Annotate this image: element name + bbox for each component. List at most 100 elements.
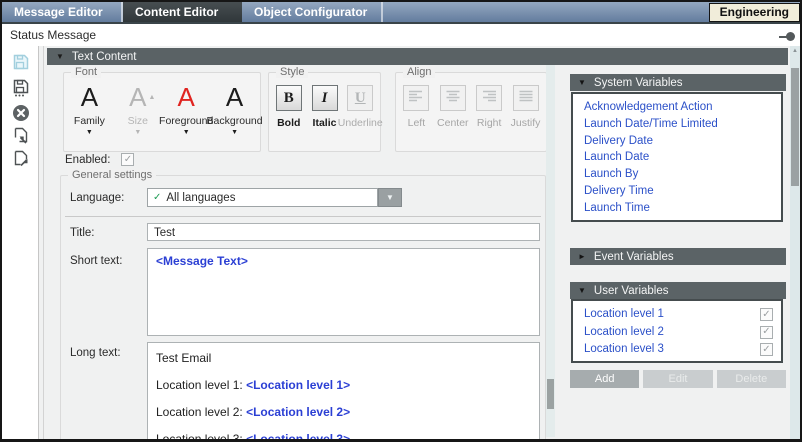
long-text-line: Test Email bbox=[156, 345, 531, 372]
scroll-up-icon: ▲ bbox=[790, 48, 800, 54]
font-group: Font A Family ▼ A▲ Size ▼ A Foreground bbox=[63, 72, 261, 152]
list-item: Location level 2 ✓ bbox=[573, 324, 781, 342]
location-token: <Location level 3> bbox=[246, 432, 350, 442]
align-center-button[interactable] bbox=[440, 85, 466, 111]
export-icon bbox=[11, 149, 31, 169]
import-button[interactable] bbox=[11, 126, 31, 146]
font-size-button[interactable]: A▲ Size ▼ bbox=[115, 82, 161, 151]
bold-button[interactable]: B bbox=[276, 85, 302, 111]
language-dropdown-button[interactable]: ▼ bbox=[378, 188, 402, 207]
font-family-icon: A bbox=[81, 82, 98, 114]
align-justify-button[interactable] bbox=[513, 85, 539, 111]
chevron-down-icon: ▼ bbox=[183, 129, 190, 136]
editor-scrollbar[interactable] bbox=[546, 65, 555, 437]
list-item[interactable]: Delivery Time bbox=[573, 183, 781, 200]
long-text-line: Location level 2: <Location level 2> bbox=[156, 399, 531, 426]
user-variables-header[interactable]: ▼ User Variables bbox=[570, 282, 786, 299]
separator bbox=[65, 216, 541, 217]
chevron-down-icon: ▼ bbox=[134, 129, 141, 136]
tab-content-editor[interactable]: Content Editor bbox=[123, 2, 242, 22]
tab-separator bbox=[381, 2, 383, 22]
language-select[interactable]: ✓ All languages bbox=[147, 188, 378, 207]
delete-button[interactable]: Delete bbox=[717, 370, 786, 388]
general-settings-label: General settings bbox=[68, 169, 156, 181]
message-text-token: <Message Text> bbox=[156, 254, 248, 268]
window-scrollbar[interactable]: ▲ bbox=[790, 46, 800, 439]
save-icon bbox=[11, 52, 31, 72]
short-text-input[interactable]: <Message Text> bbox=[147, 248, 540, 336]
user-variable-checkbox[interactable]: ✓ bbox=[760, 326, 773, 339]
font-family-button[interactable]: A Family ▼ bbox=[66, 82, 112, 151]
align-group-label: Align bbox=[403, 66, 435, 78]
pin-icon[interactable] bbox=[777, 32, 795, 41]
long-text-label: Long text: bbox=[70, 347, 121, 359]
title-input[interactable]: Test bbox=[147, 223, 540, 241]
user-variables-list: Location level 1 ✓ Location level 2 ✓ Lo… bbox=[571, 299, 783, 363]
align-center-icon bbox=[446, 89, 460, 107]
tab-message-editor[interactable]: Message Editor bbox=[2, 2, 121, 22]
delete-button[interactable] bbox=[11, 103, 31, 123]
enabled-row: Enabled: ✓ bbox=[65, 153, 134, 166]
variables-column: ▼ System Variables Acknowledgement Actio… bbox=[570, 74, 786, 439]
window-scrollbar-thumb bbox=[791, 68, 799, 186]
enabled-checkbox[interactable]: ✓ bbox=[121, 153, 134, 166]
collapse-triangle-icon: ► bbox=[578, 252, 586, 261]
chevron-down-icon: ▼ bbox=[386, 193, 394, 202]
tab-object-configurator[interactable]: Object Configurator bbox=[242, 2, 381, 22]
tool-strip-divider bbox=[43, 46, 44, 439]
list-item[interactable]: Acknowledgement Action bbox=[573, 99, 781, 116]
foreground-color-icon: A bbox=[178, 82, 195, 114]
enabled-label: Enabled: bbox=[65, 154, 110, 166]
user-variable-checkbox[interactable]: ✓ bbox=[760, 343, 773, 356]
event-variables-header[interactable]: ► Event Variables bbox=[570, 248, 786, 265]
font-foreground-button[interactable]: A Foreground ▼ bbox=[163, 82, 209, 151]
title-label: Title: bbox=[70, 227, 95, 239]
system-variables-header[interactable]: ▼ System Variables bbox=[570, 74, 786, 91]
user-variables-buttons: Add Edit Delete bbox=[570, 370, 786, 388]
check-icon: ✓ bbox=[153, 192, 161, 203]
check-icon: ✓ bbox=[762, 310, 770, 320]
long-text-input[interactable]: Test Email Location level 1: <Location l… bbox=[147, 342, 540, 442]
font-group-label: Font bbox=[71, 66, 101, 78]
align-right-icon bbox=[482, 89, 496, 107]
check-icon: ✓ bbox=[124, 155, 132, 165]
status-bar: Status Message bbox=[2, 24, 800, 46]
text-content-section-header[interactable]: ▼ Text Content bbox=[47, 48, 788, 65]
underline-button[interactable]: U bbox=[347, 85, 373, 111]
font-background-button[interactable]: A Background ▼ bbox=[212, 82, 258, 151]
perspective-engineering-button[interactable]: Engineering bbox=[709, 3, 800, 22]
list-item: Location level 1 ✓ bbox=[573, 306, 781, 324]
edit-button[interactable]: Edit bbox=[643, 370, 712, 388]
location-token: <Location level 2> bbox=[246, 405, 350, 419]
add-button[interactable]: Add bbox=[570, 370, 639, 388]
chevron-down-icon: ▼ bbox=[231, 129, 238, 136]
background-color-icon: A bbox=[226, 82, 243, 114]
main-area: ▼ Text Content Font A Family ▼ A▲ Size ▼ bbox=[2, 46, 800, 439]
save-as-button[interactable] bbox=[11, 78, 31, 98]
align-right-button[interactable] bbox=[476, 85, 502, 111]
list-item[interactable]: Launch By bbox=[573, 166, 781, 183]
style-group-label: Style bbox=[276, 66, 308, 78]
export-button[interactable] bbox=[11, 149, 31, 169]
language-label: Language: bbox=[70, 192, 124, 204]
list-item[interactable]: Delivery Date bbox=[573, 133, 781, 150]
align-left-button[interactable] bbox=[403, 85, 429, 111]
list-item[interactable]: Launch Date bbox=[573, 149, 781, 166]
align-group: Align Left bbox=[395, 72, 547, 152]
save-button[interactable] bbox=[11, 52, 31, 72]
italic-button[interactable]: I bbox=[312, 85, 338, 111]
list-item[interactable]: Launch Date/Time Limited bbox=[573, 116, 781, 133]
collapse-triangle-icon: ▼ bbox=[578, 78, 586, 87]
save-as-icon bbox=[11, 78, 31, 98]
user-variable-checkbox[interactable]: ✓ bbox=[760, 308, 773, 321]
align-left-icon bbox=[409, 89, 423, 107]
application-window: Message Editor Content Editor Object Con… bbox=[0, 0, 802, 442]
language-value: All languages bbox=[166, 192, 235, 204]
font-size-icon: A▲ bbox=[129, 82, 146, 114]
collapse-triangle-icon: ▼ bbox=[578, 286, 586, 295]
list-item[interactable]: Launch Time bbox=[573, 200, 781, 217]
system-variables-list: Acknowledgement Action Launch Date/Time … bbox=[571, 92, 783, 222]
check-icon: ✓ bbox=[762, 345, 770, 355]
location-token: <Location level 1> bbox=[246, 378, 350, 392]
style-group: Style B Bold I Italic U Underline bbox=[268, 72, 381, 152]
